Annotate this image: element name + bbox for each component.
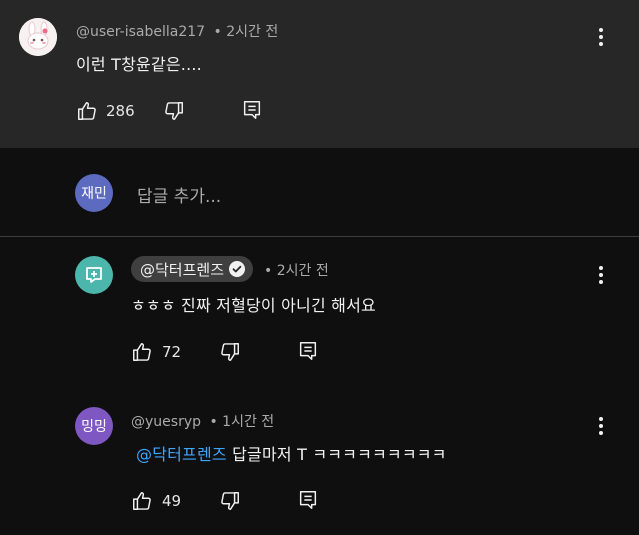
- more-options-icon[interactable]: [589, 263, 613, 287]
- reply-icon[interactable]: [297, 340, 319, 362]
- mention-link[interactable]: @닥터프렌즈: [136, 445, 227, 464]
- author-handle[interactable]: @user-isabella217: [76, 24, 205, 40]
- divider: [0, 236, 639, 237]
- dislike-icon[interactable]: [219, 341, 241, 363]
- channel-logo-icon: [86, 267, 102, 283]
- more-options-icon[interactable]: [589, 414, 613, 438]
- like-icon[interactable]: [131, 341, 153, 363]
- reply-avatar[interactable]: [75, 256, 113, 294]
- author-handle[interactable]: @yuesryp: [131, 414, 201, 430]
- timestamp: • 2시간 전: [213, 24, 279, 40]
- like-icon[interactable]: [131, 490, 153, 512]
- reply-text: 답글마저 T ㅋㅋㅋㅋㅋㅋㅋㅋㅋ: [226, 445, 447, 464]
- verified-check-icon: [229, 261, 246, 277]
- comment-text: 이런 T창윤같은....: [76, 55, 202, 74]
- comment-author[interactable]: @user-isabella217 • 2시간 전: [76, 21, 278, 41]
- like-count: 49: [162, 492, 182, 510]
- more-options-icon[interactable]: [589, 25, 613, 49]
- current-user-avatar: 재민: [75, 174, 113, 212]
- avatar-initials: 밍밍: [81, 419, 107, 435]
- reply-avatar[interactable]: 밍밍: [75, 407, 113, 445]
- bunny-avatar-icon: [19, 18, 57, 56]
- comment-text: ㅎㅎㅎ 진짜 저혈당이 아니긴 해서요: [131, 296, 376, 315]
- timestamp: • 1시간 전: [209, 414, 275, 430]
- highlighted-comment: @user-isabella217 • 2시간 전 이런 T창윤같은.... 2…: [0, 0, 639, 148]
- reply-icon[interactable]: [297, 489, 319, 511]
- channel-owner-badge[interactable]: @닥터프렌즈: [131, 256, 254, 282]
- comment-author[interactable]: @yuesryp • 1시간 전: [131, 411, 274, 431]
- like-count: 72: [162, 343, 182, 361]
- like-count: 286: [106, 102, 135, 120]
- timestamp: • 2시간 전: [264, 263, 329, 279]
- dislike-icon[interactable]: [219, 490, 241, 512]
- avatar-initials: 재민: [81, 186, 107, 202]
- comment-text: @닥터프렌즈 답글마저 T ㅋㅋㅋㅋㅋㅋㅋㅋㅋ: [136, 441, 447, 465]
- like-icon[interactable]: [76, 100, 98, 122]
- user-avatar[interactable]: [19, 18, 57, 56]
- dislike-icon[interactable]: [163, 100, 185, 122]
- author-handle[interactable]: @닥터프렌즈: [140, 259, 224, 280]
- add-reply-input[interactable]: 답글 추가...: [137, 182, 221, 207]
- reply-icon[interactable]: [241, 99, 263, 121]
